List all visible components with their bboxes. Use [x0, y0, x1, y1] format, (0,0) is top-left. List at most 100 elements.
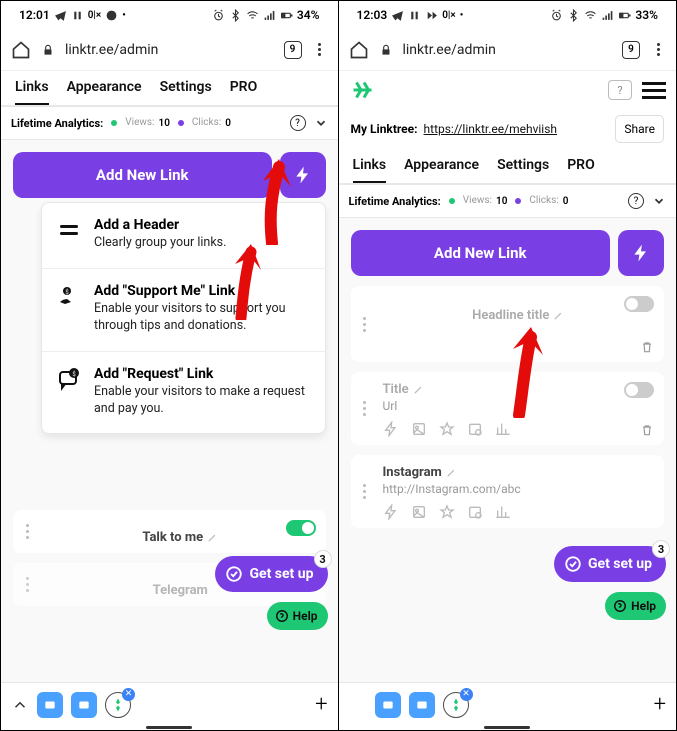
home-icon[interactable] — [11, 40, 31, 60]
setup-badge: 3 — [314, 550, 332, 568]
add-tab-button[interactable]: + — [654, 692, 666, 717]
flash-icon[interactable] — [383, 421, 399, 437]
schedule-icon[interactable] — [467, 421, 483, 437]
hc-icon — [105, 9, 118, 22]
get-set-up-button[interactable]: Get set up 3 — [554, 546, 666, 582]
browser-bar: linktr.ee/admin 9 — [1, 29, 338, 71]
bluetooth-icon — [567, 9, 580, 22]
bottom-bar — [1, 726, 338, 730]
dd-request[interactable]: $ Add "Request" LinkEnable your visitors… — [42, 352, 325, 434]
app-icon[interactable] — [375, 692, 401, 718]
my-linktree-url[interactable]: https://linktr.ee/mehviish — [424, 122, 558, 136]
star-icon[interactable] — [439, 421, 455, 437]
padlock-icon — [379, 43, 393, 57]
wifi-icon — [584, 9, 597, 22]
toggle[interactable] — [286, 520, 316, 536]
close-icon[interactable]: ✕ — [122, 688, 135, 701]
tab-links[interactable]: Links — [15, 79, 49, 105]
app-tabs: Links Appearance Settings PRO — [1, 71, 338, 106]
tab-appearance[interactable]: Appearance — [67, 79, 142, 105]
status-text: 0|× — [88, 10, 102, 21]
app-header: ? — [339, 71, 677, 109]
toggle[interactable] — [624, 296, 654, 312]
linktree-logo-icon[interactable] — [349, 79, 379, 101]
signal-icon — [601, 9, 614, 22]
link-url[interactable]: http://Instagram.com/abc — [383, 482, 655, 496]
tab-appearance[interactable]: Appearance — [404, 157, 479, 183]
hamburger-menu-icon[interactable] — [642, 82, 666, 99]
link-title[interactable]: Title — [383, 382, 409, 397]
home-icon[interactable] — [349, 40, 369, 60]
my-linktree-row: My Linktree: https://linktr.ee/mehviish … — [339, 109, 677, 149]
analytics-label: Lifetime Analytics: — [11, 117, 103, 130]
trash-icon[interactable] — [640, 423, 654, 437]
chevron-down-icon[interactable] — [652, 194, 666, 208]
close-icon[interactable]: ✕ — [460, 688, 473, 701]
chart-icon[interactable] — [495, 421, 511, 437]
get-set-up-button[interactable]: Get set up 3 — [215, 556, 327, 592]
add-tab-button[interactable]: + — [315, 692, 327, 717]
drag-handle[interactable] — [351, 286, 379, 362]
chevron-down-icon[interactable] — [314, 116, 328, 130]
chart-icon[interactable] — [495, 504, 511, 520]
tab-settings[interactable]: Settings — [497, 157, 549, 183]
app-icon-active[interactable]: ✕ — [443, 692, 469, 718]
browser-menu-icon[interactable] — [650, 43, 666, 56]
drag-handle[interactable] — [13, 563, 41, 606]
browser-menu-icon[interactable] — [312, 43, 328, 56]
help-button[interactable]: Help — [605, 592, 666, 620]
help-icon[interactable]: ? — [608, 80, 632, 100]
link-title[interactable]: Talk to me — [142, 530, 203, 545]
share-button[interactable]: Share — [615, 115, 664, 143]
app-icon[interactable] — [71, 692, 97, 718]
help-icon — [613, 599, 627, 613]
dd-support-me[interactable]: $ Add "Support Me" LinkEnable your visit… — [42, 269, 325, 352]
analytics-row: Lifetime Analytics: Views:10 Clicks:0 ? — [339, 184, 677, 218]
tab-switcher: ✕ + — [1, 682, 338, 726]
help-icon — [275, 609, 289, 623]
battery-icon — [618, 9, 631, 22]
headline-title[interactable]: Headline title — [472, 308, 549, 323]
header-icon — [56, 217, 82, 243]
app-icon[interactable] — [409, 692, 435, 718]
link-card: Instagram http://Instagram.com/abc — [351, 455, 665, 528]
add-new-link-button[interactable]: Add New Link — [13, 152, 272, 198]
app-icon[interactable] — [37, 692, 63, 718]
app-icon-active[interactable]: ✕ — [105, 692, 131, 718]
quick-add-button[interactable] — [618, 230, 664, 276]
link-title[interactable]: Telegram — [153, 583, 208, 598]
pencil-icon — [413, 384, 424, 395]
tab-pro[interactable]: PRO — [567, 157, 595, 183]
star-icon[interactable] — [439, 504, 455, 520]
trash-icon[interactable] — [640, 340, 654, 354]
help-icon[interactable]: ? — [290, 115, 306, 131]
tabs-count[interactable]: 9 — [622, 41, 640, 59]
image-icon[interactable] — [411, 504, 427, 520]
tab-pro[interactable]: PRO — [230, 79, 258, 105]
tabs-count[interactable]: 9 — [284, 41, 302, 59]
tab-switcher: ✕ + — [339, 682, 677, 726]
url-text[interactable]: linktr.ee/admin — [65, 42, 274, 58]
help-icon[interactable]: ? — [628, 193, 644, 209]
help-button[interactable]: Help — [267, 602, 328, 630]
dot-green — [111, 120, 117, 126]
drag-handle[interactable] — [351, 455, 379, 528]
chevron-up-icon[interactable] — [11, 696, 29, 714]
tab-links[interactable]: Links — [353, 157, 387, 183]
url-text[interactable]: linktr.ee/admin — [403, 42, 613, 58]
flash-icon[interactable] — [383, 504, 399, 520]
arrow-annotation-1 — [249, 155, 295, 245]
tab-settings[interactable]: Settings — [160, 79, 212, 105]
pause-icon — [71, 9, 84, 22]
add-new-link-button[interactable]: Add New Link — [351, 230, 611, 276]
drag-handle[interactable] — [351, 372, 379, 445]
browser-bar: linktr.ee/admin 9 — [339, 29, 677, 71]
setup-badge: 3 — [652, 540, 670, 558]
image-icon[interactable] — [411, 421, 427, 437]
drag-handle[interactable] — [13, 510, 41, 553]
link-title[interactable]: Instagram — [383, 465, 442, 480]
status-time: 12:03 — [357, 8, 388, 22]
forward-icon — [425, 9, 438, 22]
schedule-icon[interactable] — [467, 504, 483, 520]
toggle[interactable] — [624, 382, 654, 398]
